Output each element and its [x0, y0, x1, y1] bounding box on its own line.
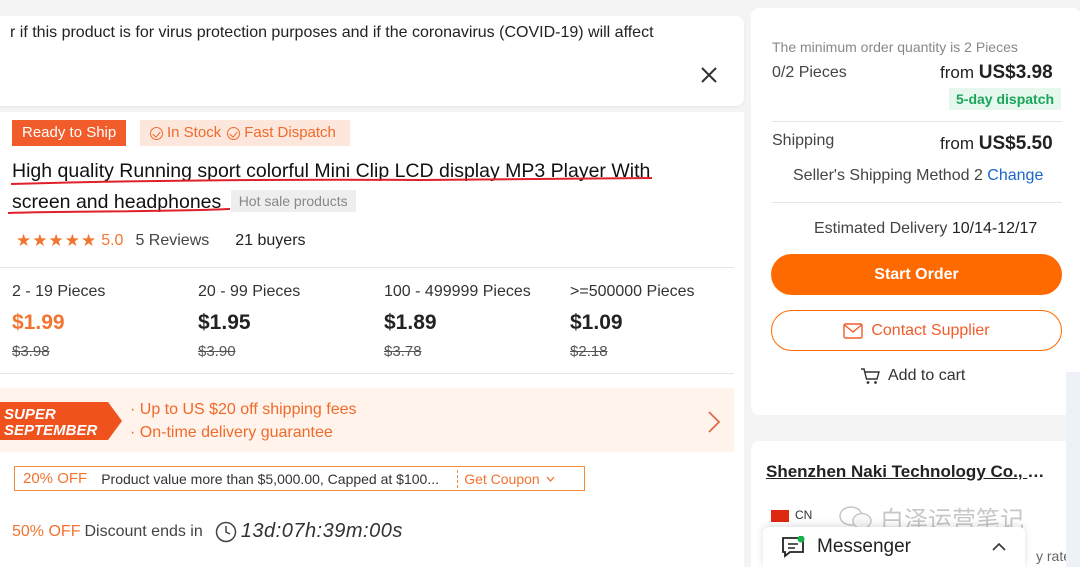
chat-icon: [782, 536, 805, 558]
promo-line: · Up to US $20 off shipping fees: [130, 401, 357, 418]
tier-price: $1.95: [198, 311, 251, 334]
chevron-up-icon[interactable]: [991, 539, 1007, 555]
add-to-cart-label: Add to cart: [888, 367, 966, 384]
price-tier: 2 - 19 Pieces $1.99 $3.98: [12, 283, 192, 360]
clock-icon: [215, 521, 237, 542]
shipping-price: from US$5.50: [940, 133, 1053, 155]
estimated-delivery: Estimated Delivery 10/14-12/17: [814, 220, 1037, 238]
tier-price: $1.99: [12, 311, 65, 334]
rating-value: 5.0: [101, 232, 124, 249]
logo-line1: SUPER: [4, 406, 56, 423]
unit-price-value: US$3.98: [978, 62, 1053, 83]
check-circle-icon: [227, 126, 241, 140]
from-label: from: [940, 134, 974, 153]
shipping-method: Seller's Shipping Method 2 Change: [793, 167, 1043, 185]
change-shipping-link[interactable]: Change: [987, 167, 1043, 184]
tier-old-price: $2.18: [570, 343, 608, 360]
notice-text: r if this product is for virus protectio…: [10, 24, 654, 41]
messenger-bar[interactable]: Messenger: [763, 527, 1025, 567]
discount-off: 50% OFF: [12, 522, 81, 540]
tier-range: 100 - 499999 Pieces: [384, 283, 531, 300]
ready-to-ship-tag: Ready to Ship: [12, 120, 127, 146]
price-tier: >=500000 Pieces $1.09 $2.18: [570, 283, 750, 360]
tier-price: $1.89: [384, 311, 437, 334]
get-coupon-label: Get Coupon: [464, 470, 540, 487]
tier-range: 20 - 99 Pieces: [198, 283, 301, 300]
chevron-right-icon[interactable]: [706, 410, 722, 434]
tier-price: $1.09: [570, 311, 623, 334]
close-icon[interactable]: [698, 64, 720, 86]
star-rating-icon: ★★★★★: [16, 231, 98, 250]
mail-icon: [843, 322, 864, 339]
price-tier: 100 - 499999 Pieces $1.89 $3.78: [384, 283, 564, 360]
tier-old-price: $3.90: [198, 343, 236, 360]
divider: [772, 121, 1062, 122]
tier-range: 2 - 19 Pieces: [12, 283, 106, 300]
contact-supplier-button[interactable]: Contact Supplier: [771, 310, 1062, 351]
check-circle-icon: [150, 126, 163, 140]
shipping-label: Shipping: [772, 132, 835, 149]
super-september-logo: SUPER SEPTEMBER: [0, 402, 122, 440]
unit-price: from US$3.98: [940, 62, 1053, 84]
cart-icon: [861, 368, 880, 384]
shipping-price-value: US$5.50: [978, 133, 1053, 154]
logo-line2: SEPTEMBER: [4, 422, 98, 439]
product-title: High quality Running sport colorful Mini…: [12, 156, 692, 218]
supplier-country: CN: [795, 508, 813, 522]
supplier-name-link[interactable]: Shenzhen Naki Technology Co., L...: [766, 462, 1051, 482]
get-coupon-button[interactable]: Get Coupon: [458, 471, 555, 487]
divider: [772, 202, 1062, 203]
chevron-down-icon: [546, 476, 555, 482]
in-stock-label: In Stock: [167, 124, 222, 141]
pieces-count: 0/2 Pieces: [772, 64, 847, 81]
stock-dispatch-tag: In Stock Fast Dispatch: [140, 120, 350, 146]
tier-range: >=500000 Pieces: [570, 283, 695, 300]
china-flag-icon: [771, 510, 789, 522]
dispatch-badge: 5-day dispatch: [949, 88, 1062, 110]
coupon-off: 20% OFF: [23, 470, 88, 487]
buyers-count: 21 buyers: [235, 232, 306, 249]
coupon-bar: 20% OFF Product value more than $5,000.0…: [14, 466, 585, 491]
estimated-delivery-label: Estimated Delivery: [814, 220, 948, 237]
discount-row: 50% OFF Discount ends in 13d:07h:39m:00s: [12, 520, 403, 543]
side-toolbar[interactable]: [1066, 372, 1080, 567]
discount-text: Discount ends in: [84, 522, 203, 540]
contact-supplier-label: Contact Supplier: [871, 321, 990, 339]
divider: [0, 373, 734, 374]
countdown-timer: 13d:07h:39m:00s: [240, 520, 403, 542]
rating-row: ★★★★★ 5.0 5 Reviews 21 buyers: [16, 231, 306, 251]
add-to-cart-button[interactable]: Add to cart: [860, 367, 965, 385]
shipping-method-text: Seller's Shipping Method 2: [793, 167, 983, 184]
messenger-label: Messenger: [817, 536, 911, 557]
from-label: from: [940, 63, 974, 82]
estimated-delivery-dates: 10/14-12/17: [951, 220, 1038, 237]
start-order-button[interactable]: Start Order: [771, 254, 1062, 295]
reviews-link[interactable]: 5 Reviews: [135, 232, 209, 250]
fast-dispatch-label: Fast Dispatch: [244, 124, 336, 141]
min-order-text: The minimum order quantity is 2 Pieces: [772, 39, 1018, 55]
tier-old-price: $3.98: [12, 343, 50, 360]
hot-sale-badge[interactable]: Hot sale products: [230, 190, 356, 212]
coupon-desc: Product value more than $5,000.00, Cappe…: [101, 470, 439, 487]
tier-old-price: $3.78: [384, 343, 422, 360]
divider: [0, 267, 734, 268]
price-tier: 20 - 99 Pieces $1.95 $3.90: [198, 283, 378, 360]
promo-line: · On-time delivery guarantee: [130, 424, 333, 441]
